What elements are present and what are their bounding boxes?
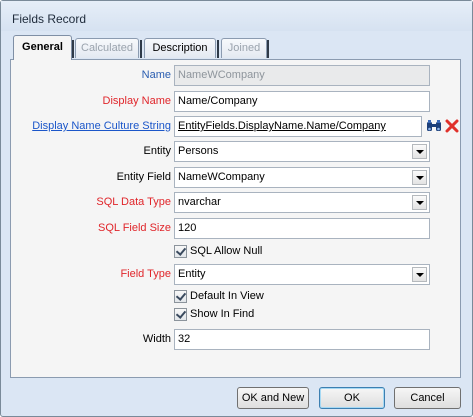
tab-divider: [140, 40, 142, 58]
sql-data-type-value: nvarchar: [178, 196, 221, 208]
width-field[interactable]: 32: [174, 329, 430, 350]
tab-divider: [267, 40, 269, 58]
display-name-culture-row: Display Name Culture String EntityFields…: [11, 116, 462, 137]
field-type-row: Field Type Entity: [11, 264, 462, 285]
sql-allow-null-checkbox[interactable]: [174, 245, 187, 258]
entity-field-value: NameWCompany: [178, 171, 265, 183]
tab-description[interactable]: Description: [144, 38, 216, 58]
chevron-down-icon[interactable]: [412, 144, 427, 159]
tab-strip: General Calculated Description Joined: [10, 34, 461, 60]
tab-joined: Joined: [221, 38, 267, 58]
tab-frame: General Calculated Description Joined Na…: [10, 34, 461, 378]
title-bar[interactable]: Fields Record: [1, 1, 472, 31]
name-label: Name: [141, 69, 171, 81]
width-label: Width: [142, 333, 171, 345]
display-name-culture-field[interactable]: EntityFields.DisplayName.Name/Company: [174, 116, 422, 137]
default-in-view-checkbox[interactable]: [174, 290, 187, 303]
name-field: NameWCompany: [174, 65, 430, 86]
tab-divider: [217, 40, 219, 58]
sql-allow-null-label: SQL Allow Null: [190, 245, 263, 257]
display-name-label: Display Name: [102, 95, 171, 107]
tab-calculated: Calculated: [75, 38, 139, 58]
name-row: Name NameWCompany: [11, 65, 462, 86]
display-name-row: Display Name Name/Company: [11, 91, 462, 112]
dialog-footer: OK and New OK Cancel: [1, 378, 472, 416]
sql-field-size-field[interactable]: 120: [174, 218, 430, 239]
entity-field-select[interactable]: NameWCompany: [174, 167, 430, 188]
display-name-culture-value: EntityFields.DisplayName.Name/Company: [178, 120, 386, 132]
field-type-select[interactable]: Entity: [174, 264, 430, 285]
sql-data-type-row: SQL Data Type nvarchar: [11, 192, 462, 213]
default-in-view-label: Default In View: [190, 290, 264, 302]
ok-button[interactable]: OK: [319, 387, 385, 409]
tab-divider: [72, 40, 74, 58]
general-panel: Name NameWCompany Display Name Name/Comp…: [10, 59, 461, 378]
ok-and-new-button[interactable]: OK and New: [237, 387, 309, 409]
display-name-culture-link[interactable]: Display Name Culture String: [32, 120, 171, 132]
window-title: Fields Record: [12, 12, 87, 26]
sql-data-type-label: SQL Data Type: [96, 196, 171, 208]
field-type-value: Entity: [178, 268, 206, 280]
sql-field-size-label: SQL Field Size: [98, 222, 171, 234]
entity-field-row: Entity Field NameWCompany: [11, 167, 462, 188]
entity-label: Entity: [143, 145, 171, 157]
show-in-find-checkbox[interactable]: [174, 308, 187, 321]
chevron-down-icon[interactable]: [412, 267, 427, 282]
chevron-down-icon[interactable]: [412, 195, 427, 210]
width-row: Width 32: [11, 329, 462, 350]
entity-field-label: Entity Field: [116, 171, 171, 183]
entity-row: Entity Persons: [11, 141, 462, 162]
field-type-label: Field Type: [120, 268, 171, 280]
fields-record-dialog: Fields Record General Calculated Descrip…: [0, 0, 473, 417]
binoculars-icon[interactable]: [425, 117, 443, 135]
tab-general[interactable]: General: [13, 35, 72, 60]
sql-field-size-row: SQL Field Size 120: [11, 218, 462, 239]
entity-value: Persons: [178, 145, 219, 157]
sql-data-type-select[interactable]: nvarchar: [174, 192, 430, 213]
entity-select[interactable]: Persons: [174, 141, 430, 162]
show-in-find-label: Show In Find: [190, 308, 255, 320]
clear-x-icon[interactable]: [443, 117, 461, 135]
display-name-field[interactable]: Name/Company: [174, 91, 430, 112]
chevron-down-icon[interactable]: [412, 170, 427, 185]
cancel-button[interactable]: Cancel: [394, 387, 461, 409]
